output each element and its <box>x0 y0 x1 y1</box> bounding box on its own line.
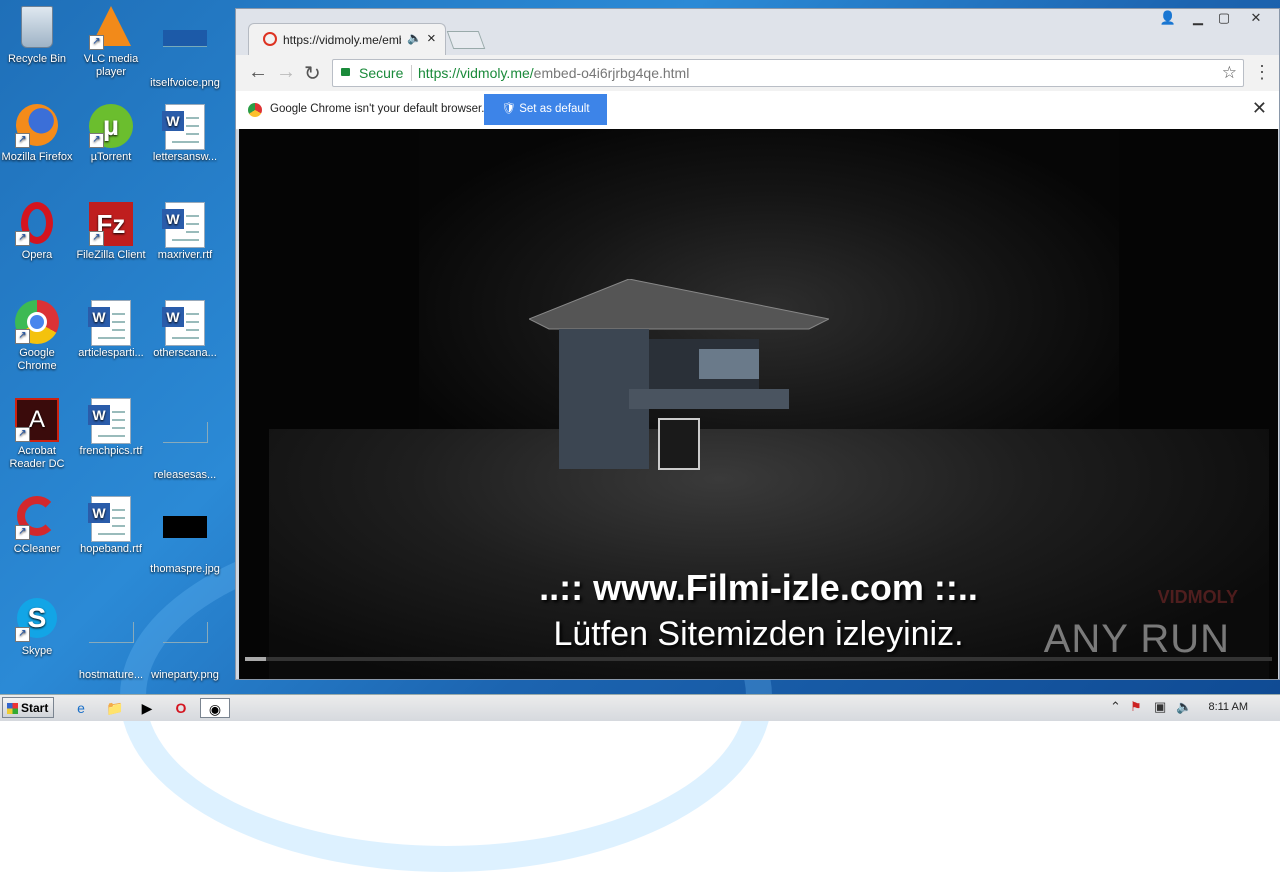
acrobat-icon: A ↗ <box>15 398 59 442</box>
profile-icon[interactable]: 👤 <box>1157 9 1179 27</box>
maximize-button[interactable]: ▢ <box>1211 9 1237 27</box>
lock-icon <box>341 68 350 76</box>
desktop-icon-vlc[interactable]: ↗ VLC media player <box>74 6 148 79</box>
desktop-icon-skype[interactable]: S ↗ Skype <box>0 598 74 658</box>
browser-toolbar: ← → ↻ Secure https://vidmoly.me/embed-o4… <box>236 55 1279 91</box>
desktop-icon-filezilla[interactable]: Fz ↗ FileZilla Client <box>74 202 148 262</box>
desktop-icon-frenchpics[interactable]: W frenchpics.rtf <box>74 398 148 458</box>
infobar-message: Google Chrome isn't your default browser… <box>270 103 485 115</box>
network-icon[interactable]: ▣ <box>1154 699 1166 715</box>
start-button[interactable]: Start <box>2 697 54 718</box>
tab-title: https://vidmoly.me/emb <box>283 33 401 47</box>
blank-file-icon <box>163 422 208 466</box>
desktop-icon-thomaspre[interactable]: thomaspre.jpg <box>148 496 222 576</box>
chrome-menu-icon[interactable]: ⋮ <box>1253 62 1271 83</box>
png-file-icon <box>163 622 208 666</box>
word-doc-icon: W <box>88 496 133 542</box>
chrome-icon: ↗ <box>15 300 59 344</box>
clock[interactable]: 8:11 AM <box>1208 701 1248 713</box>
default-browser-infobar: Google Chrome isn't your default browser… <box>236 91 1279 130</box>
address-bar[interactable]: Secure https://vidmoly.me/embed-o4i6rjrb… <box>332 59 1244 87</box>
jpg-file-icon <box>163 516 207 560</box>
blank-file-icon <box>89 622 134 666</box>
site-favicon-icon <box>263 32 277 46</box>
desktop-icon-recycle-bin[interactable]: Recycle Bin <box>0 6 74 66</box>
shield-icon: 🛡 <box>501 103 520 115</box>
reload-icon[interactable]: ↻ <box>304 61 321 86</box>
new-tab-button[interactable] <box>446 31 486 49</box>
desktop-icon-hopeband[interactable]: W hopeband.rtf <box>74 496 148 556</box>
tab-vidmoly[interactable]: https://vidmoly.me/emb 🔈 × <box>248 23 446 56</box>
bookmark-star-icon[interactable]: ☆ <box>1222 60 1237 86</box>
desktop-icon-hostmature[interactable]: hostmature... <box>74 598 148 682</box>
file-explorer-icon[interactable]: 📁 <box>104 698 126 718</box>
ccleaner-icon: ↗ <box>15 496 59 540</box>
recycle-bin-icon <box>15 6 59 50</box>
desktop-icon-opera[interactable]: ↗ Opera <box>0 202 74 262</box>
desktop-icon-ccleaner[interactable]: ↗ CCleaner <box>0 496 74 556</box>
speaker-icon[interactable]: 🔈 <box>407 31 422 45</box>
desktop-icon-chrome[interactable]: ↗ Google Chrome <box>0 300 74 373</box>
desktop-icon-articlesparti[interactable]: W articlesparti... <box>74 300 148 360</box>
video-player[interactable]: ..:: www.Filmi-izle.com ::.. Lütfen Site… <box>239 129 1278 679</box>
vlc-icon: ↗ <box>89 6 133 50</box>
secure-label: Secure <box>359 65 404 81</box>
png-file-icon <box>163 30 207 74</box>
word-doc-icon: W <box>88 398 133 444</box>
show-hidden-icons[interactable]: ⌃ <box>1110 699 1121 715</box>
close-window-button[interactable]: ✕ <box>1241 9 1271 27</box>
omnibox-separator <box>411 65 412 81</box>
anyrun-watermark: ANY RUN <box>1043 617 1230 661</box>
tab-strip: https://vidmoly.me/emb 🔈 × 👤 ▁ ▢ ✕ <box>236 9 1279 56</box>
desktop-icon-maxriver[interactable]: W maxriver.rtf <box>148 202 222 262</box>
video-progress-fill <box>245 657 266 661</box>
subtitle-line-1: ..:: www.Filmi-izle.com ::.. <box>539 567 978 608</box>
url-text: https://vidmoly.me/embed-o4i6rjrbg4qe.ht… <box>418 65 690 81</box>
back-icon[interactable]: ← <box>248 61 268 84</box>
word-doc-icon: W <box>162 104 207 150</box>
opera-taskbar-icon[interactable]: O <box>170 698 192 718</box>
desktop-icon-acrobat[interactable]: A ↗ Acrobat Reader DC <box>0 398 74 471</box>
desktop: Recycle Bin ↗ VLC media player itselfvoi… <box>0 0 1280 872</box>
desktop-icon-lettersansw[interactable]: W lettersansw... <box>148 104 222 164</box>
windows-logo-icon <box>7 703 18 714</box>
media-player-icon[interactable]: ▶ <box>136 698 158 718</box>
chrome-window: https://vidmoly.me/emb 🔈 × 👤 ▁ ▢ ✕ ← → ↻… <box>235 8 1280 680</box>
desktop-icon-otherscana[interactable]: W otherscana... <box>148 300 222 360</box>
forward-icon[interactable]: → <box>276 61 296 84</box>
firefox-icon: ↗ <box>15 104 59 148</box>
utorrent-icon: µ ↗ <box>89 104 133 148</box>
video-frame-house <box>529 279 829 470</box>
vidmoly-watermark: VIDMOLY <box>1157 587 1238 607</box>
minimize-button[interactable]: ▁ <box>1185 9 1211 27</box>
taskbar: Start e 📁 ▶ O ◉ ⌃ ⚑ ▣ 🔈 8:11 AM <box>0 694 1280 721</box>
word-doc-icon: W <box>162 300 207 346</box>
chrome-logo-icon <box>248 103 262 117</box>
action-center-icon[interactable]: ⚑ <box>1130 699 1142 715</box>
volume-icon[interactable]: 🔈 <box>1176 699 1192 715</box>
skype-icon: S ↗ <box>15 598 59 642</box>
desktop-icon-utorrent[interactable]: µ ↗ µTorrent <box>74 104 148 164</box>
set-as-default-button[interactable]: 🛡 Set as default <box>484 94 607 125</box>
word-doc-icon: W <box>88 300 133 346</box>
internet-explorer-icon[interactable]: e <box>70 698 92 718</box>
opera-icon: ↗ <box>15 202 59 246</box>
video-progress-bar[interactable] <box>245 657 1272 661</box>
desktop-icon-firefox[interactable]: ↗ Mozilla Firefox <box>0 104 74 164</box>
infobar-close-icon[interactable]: ✕ <box>1252 98 1267 119</box>
tab-close-icon[interactable]: × <box>427 30 436 47</box>
desktop-icon-itselfvoice[interactable]: itselfvoice.png <box>148 6 222 90</box>
desktop-icon-wineparty[interactable]: wineparty.png <box>148 598 222 682</box>
filezilla-icon: Fz ↗ <box>89 202 133 246</box>
desktop-icon-releasesas[interactable]: releasesas... <box>148 398 222 482</box>
chrome-taskbar-icon[interactable]: ◉ <box>200 698 230 718</box>
word-doc-icon: W <box>162 202 207 248</box>
